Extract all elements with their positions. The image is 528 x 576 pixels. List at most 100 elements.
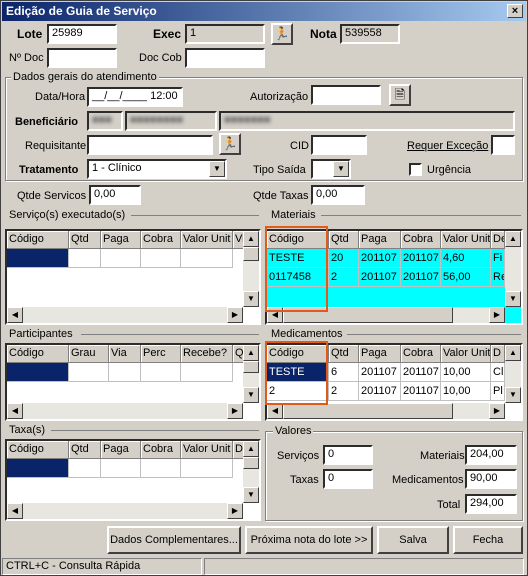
scroll-up-icon[interactable]: ▲ [243, 231, 259, 247]
participantes-grid[interactable]: Código Grau Via Perc Recebe? Q ▲ ▼ ◀ ▶ [5, 343, 261, 421]
table-cell[interactable]: 2 [329, 268, 359, 287]
exec-field[interactable]: 1 [185, 24, 265, 44]
scroll-left-icon[interactable]: ◀ [7, 307, 23, 323]
table-cell[interactable] [101, 459, 141, 478]
table-cell[interactable]: 201107 [359, 268, 401, 287]
horizontal-scrollbar[interactable]: ◀ ▶ [267, 403, 505, 419]
col-header[interactable]: Paga [359, 231, 401, 249]
scroll-up-icon[interactable]: ▲ [243, 441, 259, 457]
table-cell[interactable]: 6 [329, 363, 359, 382]
table-cell[interactable] [69, 249, 101, 268]
table-cell[interactable]: 201107 [401, 249, 441, 268]
servicos-grid[interactable]: Código Qtd Paga Cobra Valor Unit Vi ▲ ▼ … [5, 229, 261, 325]
scroll-down-icon[interactable]: ▼ [505, 291, 521, 307]
doccob-field[interactable] [185, 48, 265, 68]
col-header[interactable]: Perc [141, 345, 181, 363]
scroll-right-icon[interactable]: ▶ [227, 403, 243, 419]
col-header[interactable]: Cobra [141, 231, 181, 249]
table-cell[interactable]: 10,00 [441, 363, 491, 382]
requisitante-search-button[interactable]: 🏃 [219, 133, 241, 155]
scroll-right-icon[interactable]: ▶ [227, 503, 243, 519]
col-header[interactable]: Paga [359, 345, 401, 363]
col-header[interactable]: Cobra [141, 441, 181, 459]
table-cell[interactable]: 56,00 [441, 268, 491, 287]
requisitante-field[interactable] [87, 135, 213, 155]
col-header[interactable]: Qtd [329, 345, 359, 363]
vertical-scrollbar[interactable]: ▲ ▼ [505, 345, 521, 403]
valores-materiais-field[interactable]: 204,00 [465, 445, 517, 465]
col-header[interactable]: Valor Unit [441, 345, 491, 363]
table-cell[interactable] [109, 363, 141, 382]
col-header[interactable]: De [491, 231, 505, 249]
exec-search-button[interactable]: 🏃 [271, 23, 293, 45]
col-header[interactable]: Qtd [69, 441, 101, 459]
col-header[interactable]: Código [7, 345, 69, 363]
scroll-left-icon[interactable]: ◀ [7, 403, 23, 419]
col-header[interactable]: Paga [101, 231, 141, 249]
horizontal-scrollbar[interactable]: ◀ ▶ [7, 503, 243, 519]
table-cell[interactable]: Cl [491, 363, 505, 382]
scroll-left-icon[interactable]: ◀ [267, 403, 283, 419]
table-cell[interactable]: 20 [329, 249, 359, 268]
dados-complementares-button[interactable]: Dados Complementares... [107, 526, 241, 554]
chevron-down-icon[interactable]: ▼ [333, 161, 349, 177]
tiposaida-select[interactable]: ▼ [311, 159, 351, 179]
lote-field[interactable]: 25989 [47, 24, 117, 44]
table-cell[interactable] [141, 249, 181, 268]
table-cell[interactable]: 201107 [401, 268, 441, 287]
scroll-down-icon[interactable]: ▼ [243, 487, 259, 503]
scroll-right-icon[interactable]: ▶ [227, 307, 243, 323]
table-cell[interactable] [101, 249, 141, 268]
col-header[interactable]: Cobra [401, 345, 441, 363]
table-cell[interactable] [69, 459, 101, 478]
qtde-taxas-field[interactable]: 0,00 [311, 185, 365, 205]
table-cell[interactable]: 201107 [401, 363, 441, 382]
col-header[interactable]: Recebe? [181, 345, 233, 363]
requer-excecao-field[interactable] [491, 135, 515, 155]
beneficiario-name-field[interactable]: ■■■■■■■ [219, 111, 515, 131]
table-cell[interactable] [181, 363, 233, 382]
table-cell[interactable]: Re [491, 268, 505, 287]
tratamento-select[interactable]: 1 - Clínico ▼ [87, 159, 227, 179]
col-header[interactable]: Valor Unit [181, 231, 233, 249]
col-header[interactable]: Código [7, 231, 69, 249]
scroll-thumb[interactable] [243, 247, 259, 261]
col-header[interactable]: D [491, 345, 505, 363]
scroll-right-icon[interactable]: ▶ [489, 403, 505, 419]
selected-cell[interactable] [7, 249, 69, 268]
urgencia-checkbox[interactable] [409, 163, 422, 176]
col-header[interactable]: Qtd [329, 231, 359, 249]
scroll-thumb[interactable] [243, 457, 259, 469]
valores-taxas-field[interactable]: 0 [323, 469, 373, 489]
scroll-left-icon[interactable]: ◀ [7, 503, 23, 519]
autorizacao-field[interactable] [311, 85, 381, 105]
scroll-up-icon[interactable]: ▲ [243, 345, 259, 361]
datahora-field[interactable]: __/__/____ 12:00 [87, 87, 183, 107]
scroll-up-icon[interactable]: ▲ [505, 345, 521, 361]
vertical-scrollbar[interactable]: ▲ ▼ [505, 231, 521, 307]
vertical-scrollbar[interactable]: ▲ ▼ [243, 345, 259, 403]
table-cell[interactable]: Pl [491, 382, 505, 401]
proxima-nota-button[interactable]: Próxima nota do lote >> [245, 526, 373, 554]
scroll-down-icon[interactable]: ▼ [505, 387, 521, 403]
col-header[interactable]: Qtd [69, 231, 101, 249]
table-cell[interactable] [181, 249, 233, 268]
vertical-scrollbar[interactable]: ▲ ▼ [243, 441, 259, 503]
qtde-servicos-field[interactable]: 0,00 [89, 185, 141, 205]
table-cell[interactable]: Fi [491, 249, 505, 268]
scroll-up-icon[interactable]: ▲ [505, 231, 521, 247]
valores-medicamentos-field[interactable]: 90,00 [465, 469, 517, 489]
fecha-button[interactable]: Fecha [453, 526, 523, 554]
beneficiario-id-field[interactable]: ■■■■■■■■ [125, 111, 217, 131]
close-button[interactable]: × [507, 4, 523, 18]
table-cell[interactable]: 201107 [359, 382, 401, 401]
horizontal-scrollbar[interactable]: ◀ ▶ [7, 307, 243, 323]
col-header[interactable]: Via [109, 345, 141, 363]
table-cell[interactable] [181, 459, 233, 478]
vertical-scrollbar[interactable]: ▲ ▼ [243, 231, 259, 307]
salva-button[interactable]: Salva [377, 526, 449, 554]
selected-cell[interactable] [7, 363, 69, 382]
autorizacao-button[interactable]: 🗎 [389, 84, 411, 106]
col-header[interactable]: Paga [101, 441, 141, 459]
table-cell[interactable]: 201107 [359, 249, 401, 268]
